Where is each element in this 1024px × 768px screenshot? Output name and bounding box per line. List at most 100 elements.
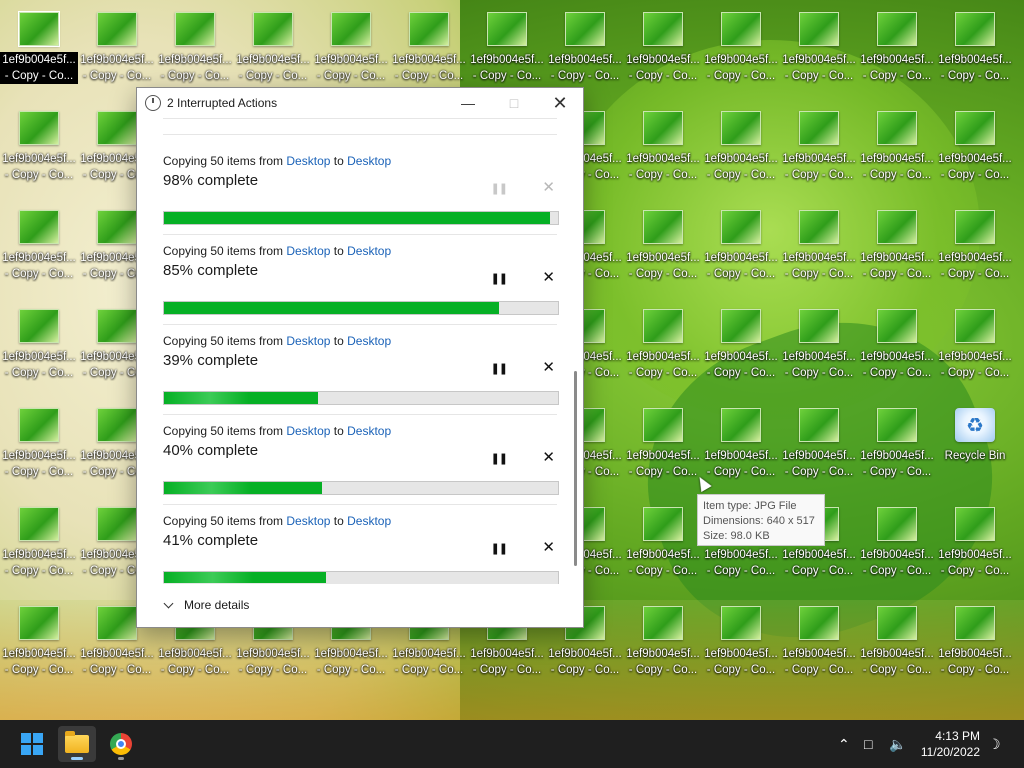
desktop-file-icon[interactable]: 1ef9b004e5f... - Copy - Co...: [936, 0, 1014, 86]
desktop-file-icon[interactable]: 1ef9b004e5f... - Copy - Co...: [234, 0, 312, 86]
desktop-file-icon[interactable]: 1ef9b004e5f... - Copy - Co...: [390, 0, 468, 86]
label-line2: - Copy - Co...: [706, 565, 776, 577]
divider: [163, 118, 557, 119]
desktop-file-icon[interactable]: 1ef9b004e5f... - Copy - Co...: [468, 0, 546, 86]
desktop-file-icon[interactable]: 1ef9b004e5f... - Copy - Co...: [546, 0, 624, 86]
destination-link[interactable]: Desktop: [347, 244, 391, 258]
desktop-file-icon[interactable]: 1ef9b004e5f... - Copy - Co...: [0, 99, 78, 185]
desktop-file-icon[interactable]: 1ef9b004e5f... - Copy - Co...: [936, 495, 1014, 581]
dialog-titlebar[interactable]: 2 Interrupted Actions — □ ✕: [137, 88, 583, 118]
source-link[interactable]: Desktop: [286, 424, 330, 438]
desktop-file-icon[interactable]: 1ef9b004e5f... - Copy - Co...: [156, 0, 234, 86]
desktop-file-icon[interactable]: 1ef9b004e5f... - Copy - Co...: [780, 396, 858, 482]
source-link[interactable]: Desktop: [286, 334, 330, 348]
pause-icon[interactable]: ❚❚: [491, 542, 508, 555]
label-line2: - Copy - Co...: [784, 565, 854, 577]
scrollbar[interactable]: [574, 371, 577, 566]
source-link[interactable]: Desktop: [286, 244, 330, 258]
desktop-file-icon[interactable]: 1ef9b004e5f... - Copy - Co...: [702, 594, 780, 680]
label-line2: - Copy - Co...: [472, 70, 542, 82]
source-link[interactable]: Desktop: [286, 514, 330, 528]
label-line2: - Copy - Co...: [706, 367, 776, 379]
desktop-file-icon[interactable]: 1ef9b004e5f... - Copy - Co...: [702, 396, 780, 482]
desktop-file-icon[interactable]: 1ef9b004e5f... - Copy - Co...: [312, 0, 390, 86]
label-line2: - Copy - Co...: [784, 367, 854, 379]
desktop-file-icon[interactable]: 1ef9b004e5f... - Copy - Co...: [624, 0, 702, 86]
volume-icon[interactable]: 🔈: [889, 720, 906, 768]
label-line2: - Copy - Co...: [706, 169, 776, 181]
desktop-icon-label: 1ef9b004e5f... - Copy - Co...: [702, 151, 780, 183]
cancel-icon[interactable]: ✕: [542, 448, 555, 466]
desktop-file-icon[interactable]: 1ef9b004e5f... - Copy - Co...: [0, 495, 78, 581]
desktop-file-icon[interactable]: 1ef9b004e5f... - Copy - Co...: [702, 0, 780, 86]
desktop-file-icon[interactable]: 1ef9b004e5f... - Copy - Co...: [702, 99, 780, 185]
chrome-button[interactable]: [102, 726, 140, 762]
desktop-file-icon[interactable]: 1ef9b004e5f... - Copy - Co...: [78, 0, 156, 86]
desktop-file-icon[interactable]: 1ef9b004e5f... - Copy - Co...: [624, 594, 702, 680]
desktop-file-icon[interactable]: 1ef9b004e5f... - Copy - Co...: [624, 297, 702, 383]
image-thumbnail-icon: [721, 309, 761, 343]
pause-icon[interactable]: ❚❚: [491, 362, 508, 375]
desktop-file-icon[interactable]: 1ef9b004e5f... - Copy - Co...: [858, 297, 936, 383]
destination-link[interactable]: Desktop: [347, 514, 391, 528]
label-line1: 1ef9b004e5f...: [470, 648, 544, 660]
desktop-icon-label: 1ef9b004e5f... - Copy - Co...: [468, 52, 546, 84]
destination-link[interactable]: Desktop: [347, 154, 391, 168]
label-line1: 1ef9b004e5f...: [2, 450, 76, 462]
destination-link[interactable]: Desktop: [347, 334, 391, 348]
destination-link[interactable]: Desktop: [347, 424, 391, 438]
label-line1: 1ef9b004e5f...: [2, 153, 76, 165]
desktop-file-icon[interactable]: 1ef9b004e5f... - Copy - Co...: [702, 198, 780, 284]
desktop-file-icon[interactable]: 1ef9b004e5f... - Copy - Co...: [780, 0, 858, 86]
desktop-file-icon[interactable]: 1ef9b004e5f... - Copy - Co...: [858, 396, 936, 482]
desktop-file-icon[interactable]: 1ef9b004e5f... - Copy - Co...: [0, 0, 78, 86]
pause-icon[interactable]: ❚❚: [491, 452, 508, 465]
operations-list[interactable]: Copying 50 items from Desktop to Desktop…: [137, 118, 583, 584]
operation-to: to: [330, 244, 348, 258]
desktop-file-icon[interactable]: 1ef9b004e5f... - Copy - Co...: [858, 99, 936, 185]
label-line1: 1ef9b004e5f...: [860, 648, 934, 660]
desktop-file-icon[interactable]: 1ef9b004e5f... - Copy - Co...: [0, 198, 78, 284]
progress-bar: [163, 481, 559, 495]
desktop-file-icon[interactable]: 1ef9b004e5f... - Copy - Co...: [858, 594, 936, 680]
more-details-toggle[interactable]: More details: [163, 598, 249, 612]
network-icon[interactable]: □: [864, 720, 872, 768]
desktop-file-icon[interactable]: 1ef9b004e5f... - Copy - Co...: [702, 297, 780, 383]
desktop-file-icon[interactable]: 1ef9b004e5f... - Copy - Co...: [0, 396, 78, 482]
cancel-icon[interactable]: ✕: [542, 268, 555, 286]
desktop-file-icon[interactable]: 1ef9b004e5f... - Copy - Co...: [936, 297, 1014, 383]
desktop-file-icon[interactable]: 1ef9b004e5f... - Copy - Co...: [624, 99, 702, 185]
minimize-button[interactable]: —: [445, 88, 491, 118]
desktop-file-icon[interactable]: 1ef9b004e5f... - Copy - Co...: [624, 396, 702, 482]
cancel-icon[interactable]: ✕: [542, 538, 555, 556]
image-thumbnail-icon: [721, 210, 761, 244]
label-line2: - Copy - Co...: [628, 466, 698, 478]
label-line1: 1ef9b004e5f...: [782, 450, 856, 462]
desktop-file-icon[interactable]: 1ef9b004e5f... - Copy - Co...: [624, 198, 702, 284]
recycle-bin-icon[interactable]: ♻ Recycle Bin: [936, 396, 1014, 482]
pause-icon[interactable]: ❚❚: [491, 272, 508, 285]
desktop-file-icon[interactable]: 1ef9b004e5f... - Copy - Co...: [780, 594, 858, 680]
desktop-file-icon[interactable]: 1ef9b004e5f... - Copy - Co...: [858, 198, 936, 284]
desktop-file-icon[interactable]: 1ef9b004e5f... - Copy - Co...: [936, 198, 1014, 284]
label-line1: 1ef9b004e5f...: [548, 54, 622, 66]
desktop-file-icon[interactable]: 1ef9b004e5f... - Copy - Co...: [858, 0, 936, 86]
desktop-file-icon[interactable]: 1ef9b004e5f... - Copy - Co...: [0, 297, 78, 383]
start-button[interactable]: [13, 726, 51, 762]
source-link[interactable]: Desktop: [286, 154, 330, 168]
desktop-file-icon[interactable]: 1ef9b004e5f... - Copy - Co...: [936, 99, 1014, 185]
show-hidden-icons-button[interactable]: ⌃: [838, 720, 850, 768]
close-button[interactable]: ✕: [537, 88, 583, 118]
desktop-file-icon[interactable]: 1ef9b004e5f... - Copy - Co...: [0, 594, 78, 680]
clock[interactable]: 4:13 PM 11/20/2022: [921, 728, 980, 760]
desktop-file-icon[interactable]: 1ef9b004e5f... - Copy - Co...: [624, 495, 702, 581]
desktop-file-icon[interactable]: 1ef9b004e5f... - Copy - Co...: [780, 99, 858, 185]
desktop-file-icon[interactable]: 1ef9b004e5f... - Copy - Co...: [936, 594, 1014, 680]
notifications-icon[interactable]: ☽: [988, 720, 1001, 768]
cancel-icon[interactable]: ✕: [542, 358, 555, 376]
desktop-file-icon[interactable]: 1ef9b004e5f... - Copy - Co...: [858, 495, 936, 581]
file-explorer-button[interactable]: [58, 726, 96, 762]
image-thumbnail-icon: [487, 12, 527, 46]
desktop-file-icon[interactable]: 1ef9b004e5f... - Copy - Co...: [780, 198, 858, 284]
desktop-file-icon[interactable]: 1ef9b004e5f... - Copy - Co...: [780, 297, 858, 383]
